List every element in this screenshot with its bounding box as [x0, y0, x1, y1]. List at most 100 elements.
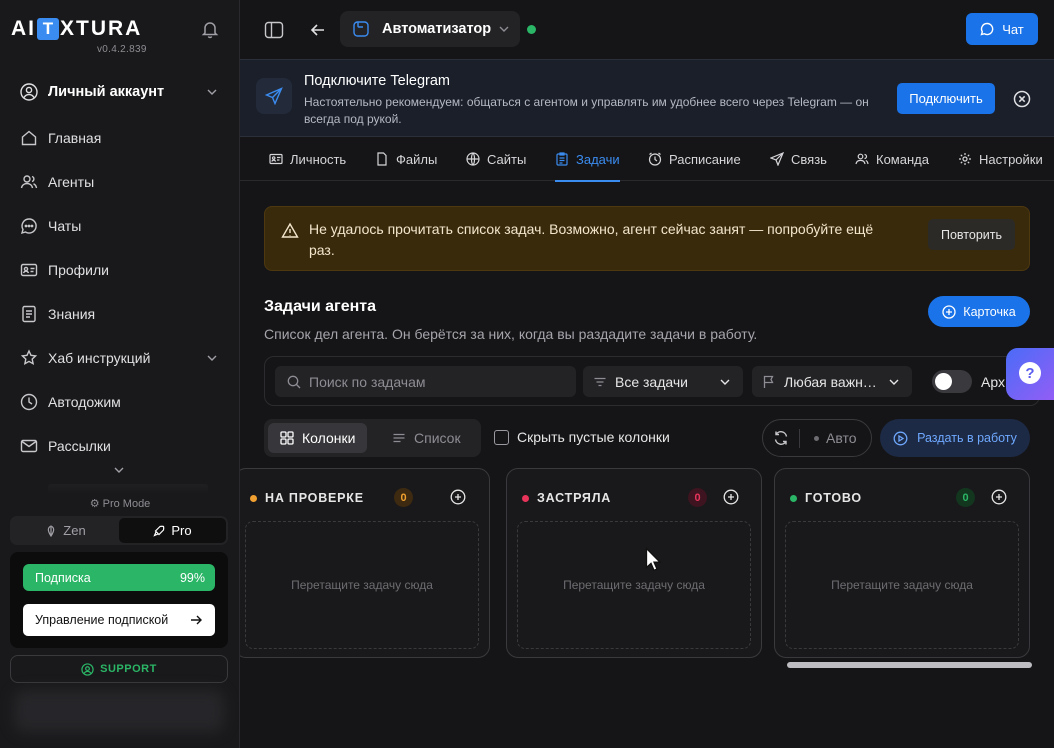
sidebar-item-knowledge[interactable]: Знания [20, 302, 230, 326]
back-arrow-icon[interactable] [308, 20, 328, 40]
support-button[interactable]: SUPPORT [10, 655, 228, 683]
leaf-icon [48, 524, 55, 537]
clock-icon [20, 393, 38, 411]
plus-circle-icon[interactable] [723, 489, 739, 505]
column-color-dot [522, 494, 529, 502]
sidebar-account[interactable]: Личный аккаунт [20, 80, 230, 104]
tab-settings[interactable]: Настройки [958, 137, 1043, 181]
archive-label: Арх [981, 374, 1005, 390]
mode-zen-button[interactable]: Zen [12, 518, 119, 543]
task-filters: Все задачи Любая важн… Арх [264, 356, 1040, 406]
sidebar-item-label: Автодожим [48, 394, 121, 410]
agent-selector[interactable]: Автоматизатор [340, 11, 520, 47]
sidebar: AI T XTURA v0.4.2.839 Личный аккаунт Главн… [0, 0, 240, 748]
agent-tabs: Личность Файлы Сайты Задачи Расписание С… [240, 137, 1054, 182]
tab-files[interactable]: Файлы [375, 137, 437, 181]
sidebar-item-home[interactable]: Главная [20, 126, 230, 150]
column-dropzone[interactable]: Перетащите задачу сюда [785, 521, 1019, 649]
priority-filter-select[interactable]: Любая важн… [752, 366, 912, 397]
telegram-connect-button[interactable]: Подключить [897, 83, 995, 114]
plus-circle-icon[interactable] [450, 489, 466, 505]
task-search-input[interactable] [309, 373, 559, 390]
dispatch-tasks-button[interactable]: Раздать в работу [880, 419, 1030, 457]
tab-team[interactable]: Команда [855, 137, 929, 181]
send-icon [770, 152, 784, 166]
user-profile-blurred[interactable] [14, 690, 224, 732]
sidebar-item-agents[interactable]: Агенты [20, 170, 230, 194]
question-icon: ? [1019, 362, 1041, 384]
tab-sites[interactable]: Сайты [466, 137, 526, 181]
brand-logo[interactable]: AI T XTURA [11, 17, 142, 41]
sidebar-item-instruction-hub[interactable]: Хаб инструкций [20, 346, 230, 370]
mouse-cursor-icon [645, 547, 662, 572]
agent-name: Автоматизатор [382, 21, 492, 37]
view-columns-button[interactable]: Колонки [268, 423, 368, 453]
auto-refresh-toggle[interactable]: Авто [814, 430, 857, 446]
telegram-banner-text: Настоятельно рекомендуем: общаться с аге… [304, 95, 869, 126]
task-search[interactable] [275, 366, 576, 397]
help-button[interactable]: ? [1006, 348, 1054, 400]
add-card-button[interactable]: Карточка [928, 296, 1030, 327]
manage-subscription-button[interactable]: Управление подпиской [23, 604, 215, 636]
sidebar-item-mailings[interactable]: Рассылки [20, 434, 230, 458]
sidebar-item-autofollowup[interactable]: Автодожим [20, 390, 230, 414]
subscription-percent: 99% [179, 570, 205, 585]
archive-toggle[interactable] [932, 370, 972, 393]
id-card-icon [20, 263, 38, 277]
grid-icon [280, 431, 294, 445]
subscription-card: Подписка 99% Управление подпиской [10, 552, 228, 648]
tab-tasks[interactable]: Задачи [555, 137, 620, 182]
view-list-button[interactable]: Список [380, 423, 473, 453]
tab-connection[interactable]: Связь [770, 137, 827, 181]
sidebar-fade [48, 484, 208, 494]
retry-button[interactable]: Повторить [928, 219, 1015, 250]
list-filter-icon [594, 377, 606, 386]
users-icon [20, 175, 38, 189]
sidebar-item-label: Знания [48, 306, 96, 322]
logo-box: T [37, 18, 59, 40]
tab-schedule[interactable]: Расписание [648, 137, 741, 181]
checkbox-box[interactable] [494, 429, 509, 445]
column-header: ГОТОВО [790, 491, 862, 505]
mode-pro-button[interactable]: Pro [119, 518, 226, 543]
plus-circle-icon [942, 304, 956, 319]
pro-mode-label: ⚙ Pro Mode [89, 498, 151, 510]
status-filter-select[interactable]: Все задачи [583, 366, 743, 397]
plus-circle-icon[interactable] [991, 489, 1007, 505]
kanban-column: ЗАСТРЯЛА 0 Перетащите задачу сюда [506, 468, 762, 658]
error-alert-text: Не удалось прочитать список задач. Возмо… [309, 221, 874, 258]
column-header: ЗАСТРЯЛА [522, 491, 611, 505]
hide-empty-columns-checkbox[interactable]: Скрыть пустые колонки [494, 429, 670, 445]
tab-personality[interactable]: Личность [269, 137, 346, 181]
column-dropzone[interactable]: Перетащите задачу сюда [245, 521, 479, 649]
refresh-group: Авто [762, 419, 872, 457]
sidebar-item-profiles[interactable]: Профили [20, 258, 230, 282]
chevron-down-icon[interactable] [113, 464, 125, 476]
horizontal-scrollbar[interactable] [787, 662, 1032, 668]
gear-icon: ⚙ [89, 498, 103, 510]
tasks-description: Список дел агента. Он берётся за них, ко… [264, 326, 758, 342]
chevron-down-icon [207, 355, 217, 361]
send-icon [265, 87, 283, 105]
file-icon [377, 152, 387, 166]
chat-button[interactable]: Чат [966, 13, 1038, 45]
column-color-dot [790, 494, 797, 502]
subscription-progress: Подписка 99% [23, 564, 215, 591]
column-dropzone[interactable]: Перетащите задачу сюда [517, 521, 751, 649]
bell-icon[interactable] [200, 19, 220, 39]
mail-icon [20, 439, 38, 453]
gear-icon [959, 153, 971, 165]
sidebar-toggle-icon[interactable] [264, 20, 284, 40]
mode-switch: Zen Pro [10, 516, 228, 545]
chat-icon [20, 218, 37, 235]
telegram-icon-box [256, 78, 292, 114]
topbar: Автоматизатор Чат [240, 0, 1054, 59]
chevron-down-icon [889, 379, 899, 385]
sidebar-item-chats[interactable]: Чаты [20, 214, 230, 238]
refresh-icon[interactable] [773, 430, 789, 446]
close-icon[interactable] [1013, 90, 1031, 108]
kanban-column: НА ПРОВЕРКЕ 0 Перетащите задачу сюда [240, 468, 490, 658]
list-icon [393, 433, 405, 443]
column-color-dot [250, 494, 257, 502]
arrow-right-icon [191, 615, 202, 625]
